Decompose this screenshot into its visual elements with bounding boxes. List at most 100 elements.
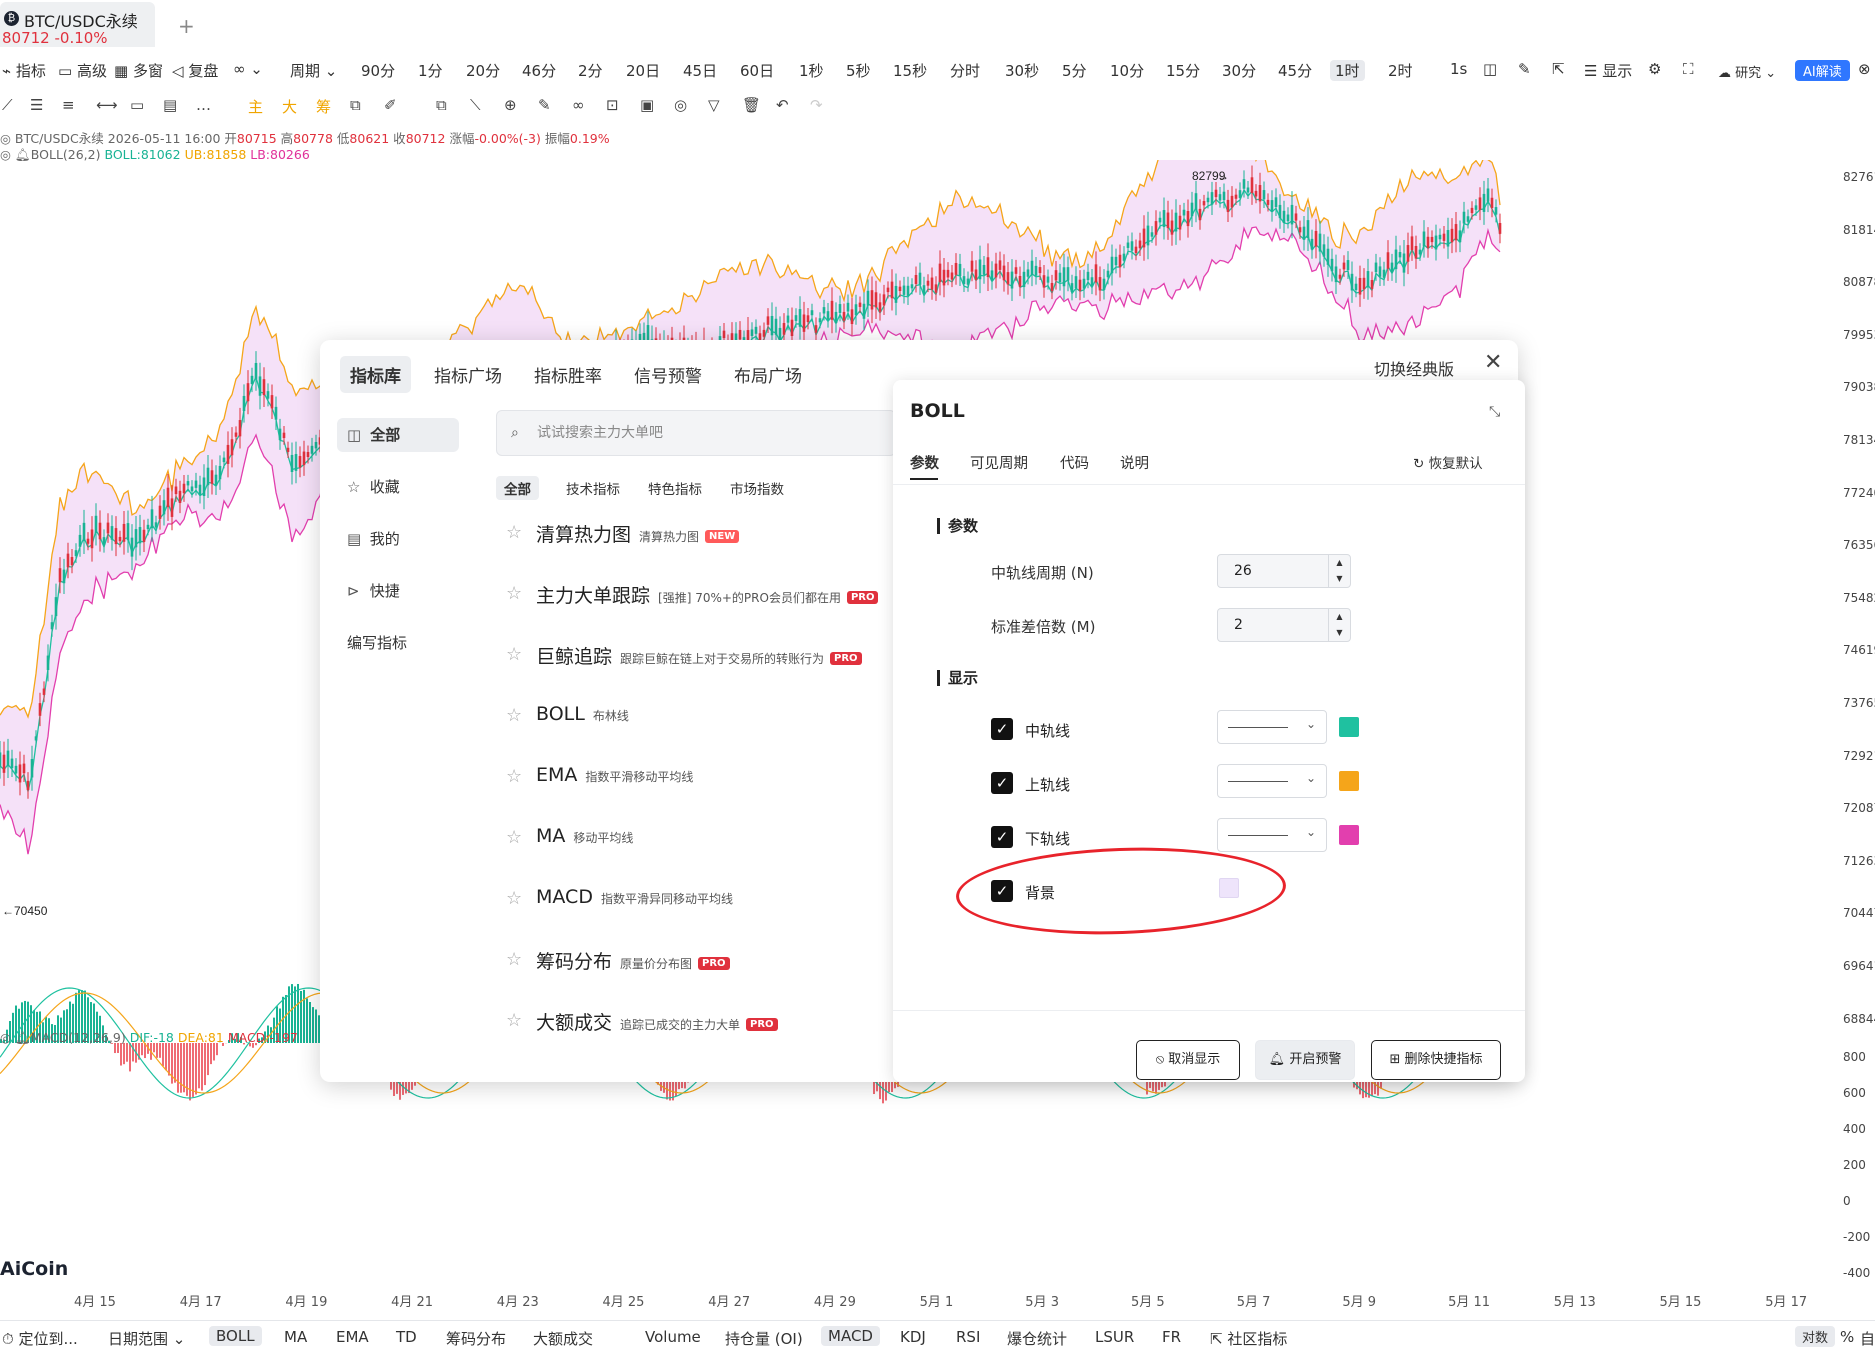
sidebar-item-write[interactable]: 编写指标 bbox=[337, 626, 459, 660]
hline-tool-icon[interactable]: ≡ bbox=[62, 96, 75, 114]
period-1s-tick[interactable]: 1s bbox=[1450, 60, 1467, 78]
filter-technical[interactable]: 技术指标 bbox=[558, 476, 628, 500]
symbol-tab[interactable]: ₿ BTC/USDC永续 80712 -0.10% bbox=[0, 2, 155, 47]
period-input[interactable]: 26 ▲ ▼ bbox=[1217, 554, 1351, 588]
ruler-icon[interactable]: ⟍ bbox=[470, 96, 481, 114]
tab-indicator-square[interactable]: 指标广场 bbox=[424, 356, 512, 393]
undo-icon[interactable]: ↶ bbox=[776, 96, 789, 114]
indicator-list-item[interactable]: ☆ MACD 指数平滑异同移动平均线 bbox=[496, 882, 916, 922]
display-menu[interactable]: ☰ 显示 bbox=[1584, 60, 1632, 81]
tab-visible-period[interactable]: 可见周期 bbox=[970, 452, 1028, 473]
ind-rsi[interactable]: RSI bbox=[956, 1328, 980, 1346]
period-2m[interactable]: 2分 bbox=[578, 60, 603, 81]
sidebar-item-favorites[interactable]: ☆ 收藏 bbox=[337, 470, 459, 504]
camera-icon[interactable]: ◫ bbox=[1483, 60, 1497, 78]
rect-tool-icon[interactable]: ▭ bbox=[130, 96, 144, 114]
period-5min[interactable]: 5分 bbox=[1062, 60, 1087, 81]
mid-line-style-select[interactable]: ⌄ bbox=[1217, 710, 1327, 744]
eye-icon[interactable]: ◎ bbox=[0, 1030, 11, 1045]
lower-line-checkbox[interactable]: ✓ bbox=[991, 826, 1013, 848]
star-icon[interactable]: ☆ bbox=[506, 522, 522, 543]
tab-win-rate[interactable]: 指标胜率 bbox=[524, 356, 612, 393]
collapse-icon[interactable]: ⤡ bbox=[1489, 404, 1500, 420]
chain-icon[interactable]: ∞ bbox=[572, 96, 585, 114]
star-icon[interactable]: ☆ bbox=[506, 949, 522, 970]
star-icon[interactable]: ☆ bbox=[506, 705, 522, 726]
star-icon[interactable]: ☆ bbox=[506, 583, 522, 604]
bell-icon[interactable]: 🔔︎ bbox=[15, 1030, 31, 1045]
locate-button[interactable]: ⏱ 定位到... bbox=[2, 1328, 78, 1349]
settings-icon[interactable]: ⚙ bbox=[1648, 60, 1661, 78]
star-icon[interactable]: ☆ bbox=[506, 888, 522, 909]
ind-lsur[interactable]: LSUR bbox=[1095, 1328, 1134, 1346]
ind-kdj[interactable]: KDJ bbox=[900, 1328, 926, 1346]
research-menu[interactable]: ☁ 研究 ⌄ bbox=[1718, 62, 1776, 81]
mid-line-checkbox[interactable]: ✓ bbox=[991, 718, 1013, 740]
sidebar-item-shortcut[interactable]: ⊳ 快捷 bbox=[337, 574, 459, 608]
ind-bigtrade[interactable]: 大额成交 bbox=[533, 1328, 593, 1349]
period-30min[interactable]: 30分 bbox=[1222, 60, 1256, 81]
pen-icon[interactable]: ✎ bbox=[1518, 60, 1531, 78]
chip-tool[interactable]: 筹 bbox=[316, 96, 331, 117]
indicator-search-input[interactable]: ⌕ 试试搜索主力大单吧 bbox=[496, 410, 896, 456]
period-1m[interactable]: 1分 bbox=[418, 60, 443, 81]
period-2h[interactable]: 2时 bbox=[1388, 60, 1413, 81]
tab-layout-square[interactable]: 布局广场 bbox=[724, 356, 812, 393]
mid-line-color-swatch[interactable] bbox=[1339, 717, 1359, 737]
indicator-list-item[interactable]: ☆ 筹码分布 原量价分布图 PRO bbox=[496, 943, 916, 983]
period-timeline[interactable]: 分时 bbox=[950, 60, 980, 81]
upper-line-checkbox[interactable]: ✓ bbox=[991, 772, 1013, 794]
trash-icon[interactable]: 🗑 bbox=[742, 96, 761, 114]
main-force-tool[interactable]: 主 bbox=[248, 96, 263, 117]
star-icon[interactable]: ☆ bbox=[506, 766, 522, 787]
line-tool-icon[interactable]: ⟋ bbox=[2, 96, 13, 114]
period-5s[interactable]: 5秒 bbox=[846, 60, 871, 81]
magnet-icon[interactable]: ⧉ bbox=[350, 96, 361, 114]
template-icon[interactable]: ▣ bbox=[640, 96, 654, 114]
ind-chip[interactable]: 筹码分布 bbox=[446, 1328, 506, 1349]
period-dropdown[interactable]: 周期 ⌄ bbox=[290, 60, 337, 81]
period-1h[interactable]: 1时 bbox=[1330, 60, 1365, 81]
filter-icon[interactable]: ▽ bbox=[708, 96, 720, 114]
period-20d[interactable]: 20日 bbox=[626, 60, 660, 81]
star-icon[interactable]: ☆ bbox=[506, 827, 522, 848]
sidebar-item-all[interactable]: ◫ 全部 bbox=[337, 418, 459, 452]
remove-shortcut-button[interactable]: ⊞ 删除快捷指标 bbox=[1371, 1040, 1501, 1080]
period-60d[interactable]: 60日 bbox=[740, 60, 774, 81]
fullscreen-icon[interactable]: ⛶ bbox=[1683, 60, 1694, 78]
indicator-list-item[interactable]: ☆ 清算热力图 清算热力图 NEW bbox=[496, 516, 916, 556]
tab-description[interactable]: 说明 bbox=[1120, 452, 1149, 473]
sidebar-item-mine[interactable]: ▤ 我的 bbox=[337, 522, 459, 556]
star-icon[interactable]: ☆ bbox=[506, 1010, 522, 1031]
ray-tool-icon[interactable]: ⟷ bbox=[96, 96, 118, 114]
replay-menu[interactable]: ◁ 复盘 bbox=[172, 60, 218, 81]
indicator-menu[interactable]: ⌁ 指标 bbox=[2, 60, 46, 81]
ind-macd[interactable]: MACD bbox=[821, 1326, 880, 1346]
period-45min[interactable]: 45分 bbox=[1278, 60, 1312, 81]
period-15min[interactable]: 15分 bbox=[1166, 60, 1200, 81]
marker-icon[interactable]: ✎ bbox=[538, 96, 551, 114]
tab-params[interactable]: 参数 bbox=[910, 452, 939, 473]
pin-icon[interactable]: ⊗ bbox=[1858, 60, 1871, 78]
copy-icon[interactable]: ⧉ bbox=[436, 96, 447, 114]
upper-line-style-select[interactable]: ⌄ bbox=[1217, 764, 1327, 798]
indicator-list-item[interactable]: ☆ 主力大单跟踪 [强推] 70%+的PRO会员们都在用 PRO bbox=[496, 577, 916, 617]
period-1s[interactable]: 1秒 bbox=[799, 60, 824, 81]
close-icon[interactable]: ✕ bbox=[1484, 350, 1502, 375]
period-46m[interactable]: 46分 bbox=[522, 60, 556, 81]
advanced-menu[interactable]: ▭ 高级 bbox=[58, 60, 107, 81]
tab-signal-alert[interactable]: 信号预警 bbox=[624, 356, 712, 393]
indicator-list-item[interactable]: ☆ BOLL 布林线 bbox=[496, 699, 916, 739]
parallel-tool-icon[interactable]: ☰ bbox=[30, 96, 43, 114]
ind-td[interactable]: TD bbox=[396, 1328, 417, 1346]
indicator-list-item[interactable]: ☆ EMA 指数平滑移动平均线 bbox=[496, 760, 916, 800]
ind-ma[interactable]: MA bbox=[284, 1328, 307, 1346]
enable-alert-button[interactable]: 🔔︎ 开启预警 bbox=[1255, 1040, 1355, 1080]
ind-ema[interactable]: EMA bbox=[336, 1328, 369, 1346]
lower-line-color-swatch[interactable] bbox=[1339, 825, 1359, 845]
period-30s[interactable]: 30秒 bbox=[1005, 60, 1039, 81]
more-tools-icon[interactable]: … bbox=[196, 96, 211, 114]
switch-classic-button[interactable]: 切换经典版 bbox=[1374, 356, 1454, 380]
date-range-dropdown[interactable]: 日期范围 ⌄ bbox=[108, 1328, 185, 1349]
multi-window-menu[interactable]: ▦ 多窗 bbox=[114, 60, 163, 81]
